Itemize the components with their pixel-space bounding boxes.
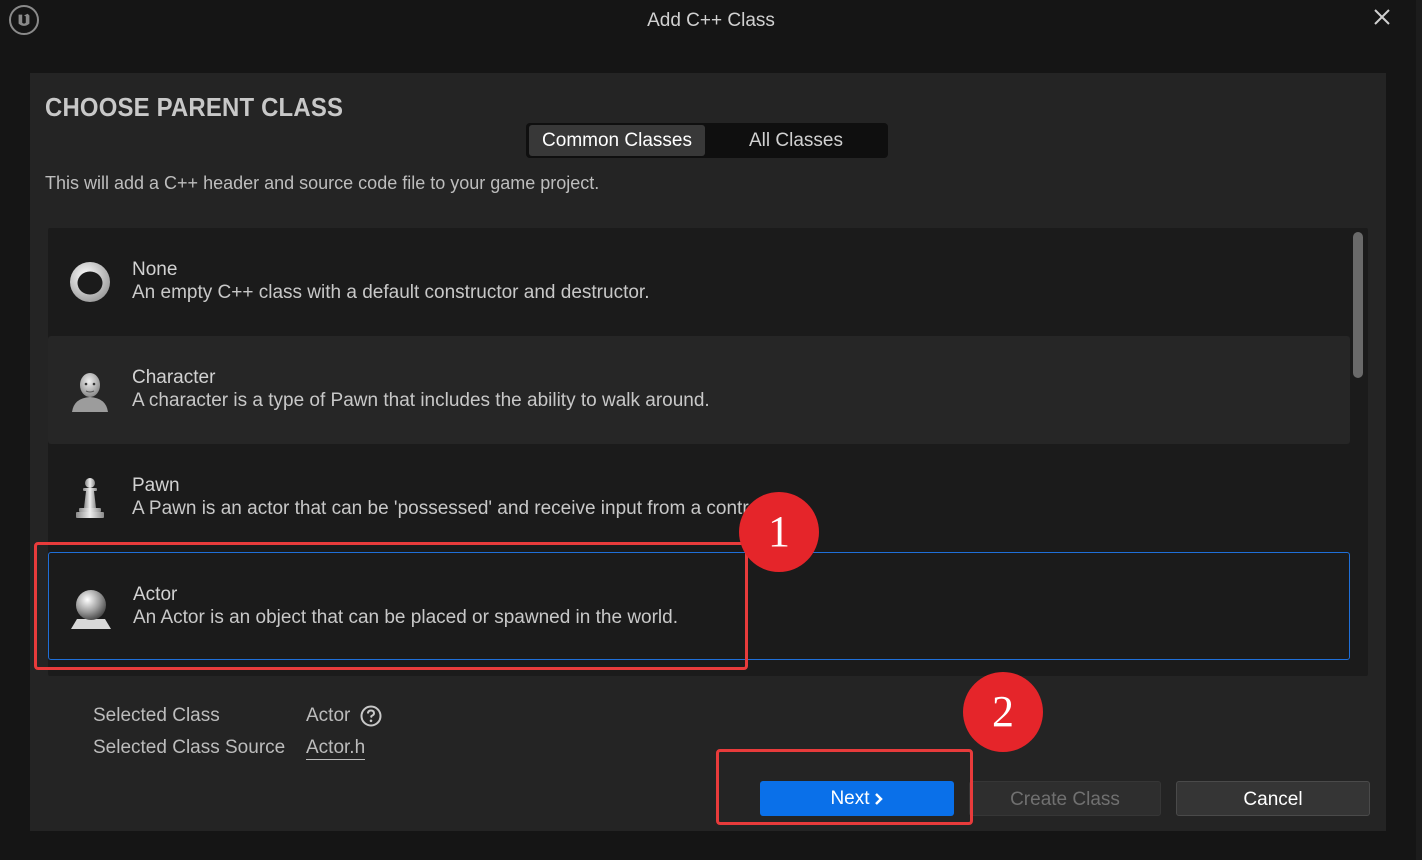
help-icon[interactable] xyxy=(360,705,382,727)
tab-all-classes[interactable]: All Classes xyxy=(707,125,885,156)
annotation-box-next xyxy=(716,749,973,825)
title-bar: Add C++ Class xyxy=(0,0,1422,44)
selected-source-link[interactable]: Actor.h xyxy=(306,737,366,760)
none-ring-icon xyxy=(70,262,110,302)
annotation-box-actor xyxy=(34,542,748,670)
annotation-marker-1: 1 xyxy=(739,492,819,572)
selected-source-label: Selected Class Source xyxy=(93,737,286,758)
class-description: A character is a type of Pawn that inclu… xyxy=(132,390,710,411)
list-item-character[interactable]: Character A character is a type of Pawn … xyxy=(48,336,1350,444)
annotation-marker-2: 2 xyxy=(963,672,1043,752)
create-class-button[interactable]: Create Class xyxy=(969,781,1161,816)
class-name: None xyxy=(132,259,178,280)
list-item-none[interactable]: None An empty C++ class with a default c… xyxy=(48,228,1350,336)
selected-class-value: Actor xyxy=(306,705,351,726)
window-edge xyxy=(1416,0,1422,860)
class-description: An empty C++ class with a default constr… xyxy=(132,282,650,303)
class-description: A Pawn is an actor that can be 'possesse… xyxy=(132,498,789,519)
list-scrollbar[interactable] xyxy=(1353,232,1363,378)
class-name: Pawn xyxy=(132,475,180,496)
pawn-icon xyxy=(76,478,104,518)
window-title: Add C++ Class xyxy=(647,10,775,31)
close-icon[interactable] xyxy=(1370,5,1394,29)
dialog-panel: CHOOSE PARENT CLASS Common Classes All C… xyxy=(30,73,1386,831)
selected-class-label: Selected Class xyxy=(93,705,220,726)
tab-common-classes[interactable]: Common Classes xyxy=(529,125,705,156)
class-filter-tabs: Common Classes All Classes xyxy=(526,123,888,158)
page-title: CHOOSE PARENT CLASS xyxy=(45,92,344,122)
character-icon xyxy=(72,373,108,412)
cancel-button[interactable]: Cancel xyxy=(1176,781,1370,816)
list-item-pawn[interactable]: Pawn A Pawn is an actor that can be 'pos… xyxy=(48,444,1350,552)
class-name: Character xyxy=(132,367,216,388)
dialog-description: This will add a C++ header and source co… xyxy=(45,173,600,193)
